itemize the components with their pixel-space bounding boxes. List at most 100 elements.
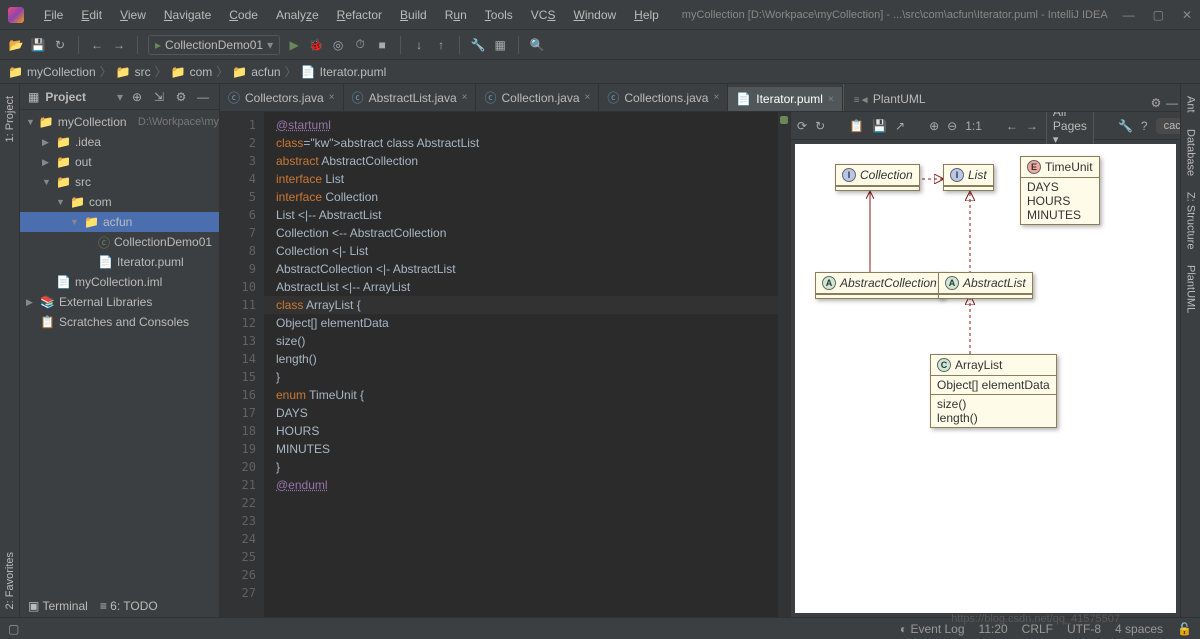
tab-close-icon[interactable]: × xyxy=(329,92,335,103)
diagram-canvas[interactable]: ICollection IList ETimeUnitDAYSHOURSMINU… xyxy=(795,144,1176,613)
save-icon[interactable]: 💾 xyxy=(30,37,46,53)
tab-abstractlist[interactable]: ⓒAbstractList.java× xyxy=(344,84,477,111)
tab-collectors[interactable]: ⓒCollectors.java× xyxy=(220,84,344,111)
refresh-icon[interactable]: ↻ xyxy=(52,37,68,53)
menu-help[interactable]: Help xyxy=(626,4,667,26)
breadcrumb-item[interactable]: com xyxy=(190,65,213,79)
help-icon[interactable]: ? xyxy=(1141,119,1148,133)
menu-vcs[interactable]: VCS xyxy=(523,4,564,26)
editor-gear-icon[interactable]: ⚙ xyxy=(1148,95,1164,111)
project-tree[interactable]: ▼📁myCollection D:\Workpace\myColle ▶📁.id… xyxy=(20,110,219,617)
tree-row-acfun[interactable]: ▼📁acfun xyxy=(20,212,219,232)
sidebar-tab-ant[interactable]: Ant xyxy=(1183,88,1199,121)
tree-row-external[interactable]: ▶📚External Libraries xyxy=(20,292,219,312)
settings-icon[interactable]: 🔧 xyxy=(470,37,486,53)
back-icon[interactable]: ← xyxy=(89,37,105,53)
menu-analyze[interactable]: Analyze xyxy=(268,4,327,26)
tree-row-iml[interactable]: 📄myCollection.iml xyxy=(20,272,219,292)
code-editor[interactable]: @startumlclass="kw">abstract class Abstr… xyxy=(264,112,778,617)
tab-collections[interactable]: ⓒCollections.java× xyxy=(599,84,728,111)
menu-run[interactable]: Run xyxy=(437,4,475,26)
watermark-text: https://blog.csdn.net/qq_41575507 xyxy=(951,613,1120,625)
tab-collection[interactable]: ⓒCollection.java× xyxy=(476,84,599,111)
tab-close-icon[interactable]: × xyxy=(462,92,468,103)
tab-close-icon[interactable]: × xyxy=(828,94,834,105)
error-stripe[interactable] xyxy=(778,112,790,617)
tree-row-file1[interactable]: ⓒCollectionDemo01 xyxy=(20,232,219,252)
minimize-icon[interactable]: — xyxy=(1123,8,1135,22)
copy-icon[interactable]: 📋 xyxy=(849,119,864,133)
tab-iterator-puml[interactable]: 📄Iterator.puml× xyxy=(728,87,843,111)
collapse-icon[interactable]: ⇲ xyxy=(151,89,167,105)
menu-build[interactable]: Build xyxy=(392,4,435,26)
sidebar-tab-database[interactable]: Database xyxy=(1183,121,1199,184)
indent-settings[interactable]: 4 spaces xyxy=(1115,622,1163,636)
run-config-label: CollectionDemo01 xyxy=(165,38,263,52)
menu-file[interactable]: File xyxy=(36,4,71,26)
tree-row-root[interactable]: ▼📁myCollection D:\Workpace\myColle xyxy=(20,112,219,132)
analysis-ok-icon xyxy=(780,116,788,124)
menu-code[interactable]: Code xyxy=(221,4,266,26)
tree-row-src[interactable]: ▼📁src xyxy=(20,172,219,192)
run-config-selector[interactable]: ▸ CollectionDemo01 ▾ xyxy=(148,35,280,55)
settings-icon[interactable]: 🔧 xyxy=(1118,119,1133,133)
prev-page-icon[interactable]: ← xyxy=(1006,119,1018,133)
debug-icon[interactable]: 🐞 xyxy=(308,37,324,53)
editor-hide-icon[interactable]: — xyxy=(1164,95,1180,111)
close-icon[interactable]: ✕ xyxy=(1182,8,1192,22)
title-bar: File Edit View Navigate Code Analyze Ref… xyxy=(0,0,1200,30)
window-title: myCollection [D:\Workpace\myCollection] … xyxy=(667,9,1123,21)
tree-row-scratches[interactable]: 📋Scratches and Consoles xyxy=(20,312,219,332)
forward-icon[interactable]: → xyxy=(111,37,127,53)
next-page-icon[interactable]: → xyxy=(1026,119,1038,133)
tree-row-com[interactable]: ▼📁com xyxy=(20,192,219,212)
save-diagram-icon[interactable]: 💾 xyxy=(872,119,887,133)
plantuml-tool-tab[interactable]: ≡◄ PlantUML xyxy=(844,87,936,111)
locate-icon[interactable]: ⊕ xyxy=(129,89,145,105)
sidebar-tab-favorites[interactable]: 2: Favorites xyxy=(2,544,18,617)
tab-close-icon[interactable]: × xyxy=(585,92,591,103)
refresh-diagram-icon[interactable]: ⟳ xyxy=(797,119,807,133)
vcs-update-icon[interactable]: ↓ xyxy=(411,37,427,53)
hide-icon[interactable]: — xyxy=(195,89,211,105)
breadcrumb-item[interactable]: Iterator.puml xyxy=(320,65,387,79)
project-structure-icon[interactable]: ▦ xyxy=(492,37,508,53)
open-icon[interactable]: 📂 xyxy=(8,37,24,53)
status-messages-icon[interactable]: ▢ xyxy=(8,622,19,636)
menu-navigate[interactable]: Navigate xyxy=(156,4,219,26)
tree-row-out[interactable]: ▶📁out xyxy=(20,152,219,172)
zoom-in-icon[interactable]: ⊕ xyxy=(929,119,939,133)
vcs-commit-icon[interactable]: ↑ xyxy=(433,37,449,53)
coverage-icon[interactable]: ◎ xyxy=(330,37,346,53)
readonly-icon[interactable]: 🔓 xyxy=(1177,622,1192,636)
stop-icon[interactable]: ■ xyxy=(374,37,390,53)
breadcrumb-item[interactable]: acfun xyxy=(251,65,280,79)
tree-row-idea[interactable]: ▶📁.idea xyxy=(20,132,219,152)
sidebar-tab-structure[interactable]: Z: Structure xyxy=(1183,184,1199,257)
tab-close-icon[interactable]: × xyxy=(713,92,719,103)
tree-row-file2[interactable]: 📄Iterator.puml xyxy=(20,252,219,272)
run-icon[interactable]: ▶ xyxy=(286,37,302,53)
preview-toolbar: ⟳ ↻ 📋 💾 ↗ ⊕ ⊖ 1:1 ← → All Pages ▾ 🔧 xyxy=(791,112,1180,140)
menu-edit[interactable]: Edit xyxy=(73,4,110,26)
menu-window[interactable]: Window xyxy=(565,4,624,26)
uml-class-list: IList xyxy=(943,164,994,191)
breadcrumb-item[interactable]: myCollection xyxy=(27,65,96,79)
sidebar-tab-plantuml[interactable]: PlantUML xyxy=(1183,257,1199,321)
todo-tab[interactable]: ≡ 6: TODO xyxy=(100,599,158,613)
search-everywhere-icon[interactable]: 🔍 xyxy=(529,37,545,53)
breadcrumb-item[interactable]: src xyxy=(135,65,151,79)
menu-refactor[interactable]: Refactor xyxy=(329,4,390,26)
menu-view[interactable]: View xyxy=(112,4,154,26)
reload-icon[interactable]: ↻ xyxy=(815,119,825,133)
menu-tools[interactable]: Tools xyxy=(477,4,521,26)
zoom-out-icon[interactable]: ⊖ xyxy=(947,119,957,133)
export-icon[interactable]: ↗ xyxy=(895,119,905,133)
gear-icon[interactable]: ⚙ xyxy=(173,89,189,105)
terminal-tab[interactable]: ▣ Terminal xyxy=(28,599,88,613)
page-selector[interactable]: All Pages ▾ xyxy=(1046,112,1094,148)
maximize-icon[interactable]: ▢ xyxy=(1153,8,1164,22)
uml-class-abstractlist: AAbstractList xyxy=(938,272,1033,299)
profile-icon[interactable]: ⏱ xyxy=(352,37,368,53)
sidebar-tab-project[interactable]: 1: Project xyxy=(2,88,18,150)
